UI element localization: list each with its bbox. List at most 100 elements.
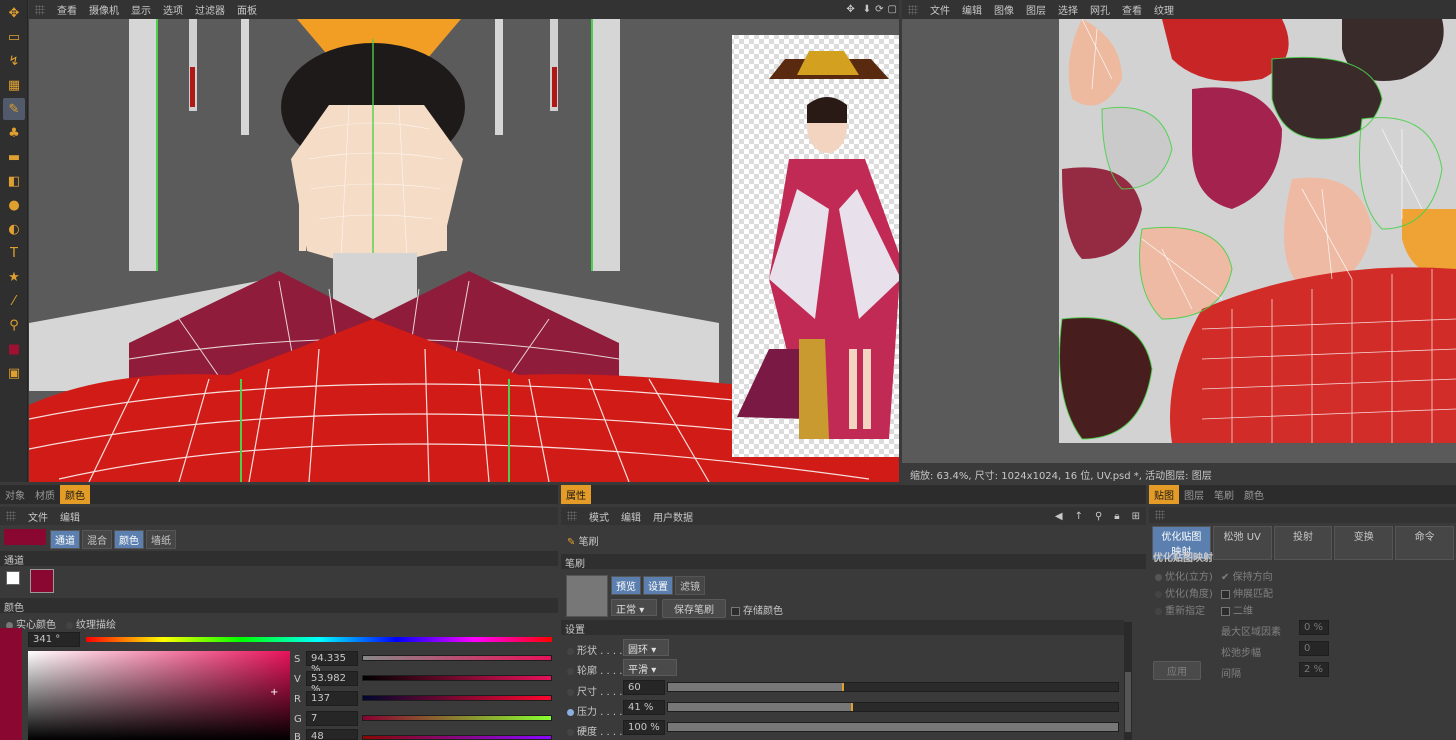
- radio-reassign[interactable]: 重新指定: [1155, 602, 1205, 617]
- subtab-settings[interactable]: 设置: [643, 576, 673, 595]
- uv-tab-command[interactable]: 命令: [1395, 526, 1454, 560]
- texture-menu-item[interactable]: 图层: [1020, 2, 1052, 17]
- attr-menu-item[interactable]: 编辑: [615, 509, 647, 524]
- attribute-scrollbar[interactable]: [1124, 622, 1132, 740]
- texture-menu-item[interactable]: 查看: [1116, 2, 1148, 17]
- current-color-swatch[interactable]: [4, 529, 46, 545]
- attr-menu-item[interactable]: 用户数据: [647, 509, 699, 524]
- subtab-blend[interactable]: 混合: [82, 530, 112, 549]
- checker-icon[interactable]: ▦: [3, 74, 25, 96]
- tab-layer[interactable]: 图层: [1179, 485, 1209, 504]
- texture-menu-item[interactable]: 纹理: [1148, 2, 1180, 17]
- size-slider[interactable]: [667, 682, 1119, 692]
- apply-button[interactable]: 应用: [1153, 661, 1201, 680]
- green-slider[interactable]: [362, 715, 552, 721]
- texture-menu-item[interactable]: 文件: [924, 2, 956, 17]
- spacing-field[interactable]: 2 %: [1299, 662, 1329, 677]
- tab-color[interactable]: 颜色: [1239, 485, 1269, 504]
- eyedropper-icon[interactable]: ⁄: [3, 290, 25, 312]
- star-icon[interactable]: ★: [3, 266, 25, 288]
- tab-material[interactable]: 材质: [30, 485, 60, 504]
- uv-tab-project[interactable]: 投射: [1273, 526, 1333, 560]
- scrollbar-thumb[interactable]: [1125, 672, 1131, 732]
- saturation-field[interactable]: 94.335 %: [306, 651, 358, 675]
- tab-object[interactable]: 对象: [0, 485, 30, 504]
- hardness-field[interactable]: 100 %: [623, 720, 665, 735]
- stamp-icon[interactable]: ♣: [3, 122, 25, 144]
- texture-menu-item[interactable]: 图像: [988, 2, 1020, 17]
- tab-attributes[interactable]: 属性: [561, 485, 591, 504]
- hue-spectrum-slider[interactable]: [86, 637, 552, 642]
- layer-icon[interactable]: ▣: [3, 362, 25, 384]
- text-icon[interactable]: T: [3, 242, 25, 264]
- hue-field[interactable]: 341 °: [28, 632, 80, 647]
- 3d-viewport[interactable]: [29, 19, 899, 482]
- relax-steps-field[interactable]: 0: [1299, 641, 1329, 656]
- color-swatch-icon[interactable]: ■: [3, 338, 25, 360]
- tab-brush[interactable]: 笔刷: [1209, 485, 1239, 504]
- radio-optimize-cubic[interactable]: 优化(立方): [1155, 568, 1213, 583]
- texture-menu-item[interactable]: 编辑: [956, 2, 988, 17]
- subtab-color[interactable]: 颜色: [114, 530, 144, 549]
- channel-swatch[interactable]: [30, 569, 54, 593]
- viewport-menu-item[interactable]: 面板: [231, 2, 263, 17]
- viewport-menu-item[interactable]: 显示: [125, 2, 157, 17]
- green-field[interactable]: 7: [306, 711, 358, 726]
- sv-picker[interactable]: [28, 651, 290, 740]
- maximize-icon[interactable]: ▢: [886, 4, 899, 15]
- viewport-menu-item[interactable]: 查看: [51, 2, 83, 17]
- check-2d[interactable]: 二维: [1221, 602, 1253, 617]
- select-rect-icon[interactable]: ▭: [3, 26, 25, 48]
- viewport-menu-item[interactable]: 选项: [157, 2, 189, 17]
- color-menu-item[interactable]: 文件: [22, 509, 54, 524]
- radio-optimize-angle[interactable]: 优化(角度): [1155, 585, 1213, 600]
- move-icon[interactable]: ✥: [840, 4, 860, 15]
- max-area-field[interactable]: 0 %: [1299, 620, 1329, 635]
- texture-view[interactable]: [902, 19, 1456, 463]
- red-slider[interactable]: [362, 695, 552, 701]
- pressure-slider[interactable]: [667, 702, 1119, 712]
- check-keep-orientation[interactable]: ✔ 保持方向: [1221, 568, 1273, 583]
- value-field[interactable]: 53.982 %: [306, 671, 358, 695]
- blend-mode-dropdown[interactable]: 正常 ▾: [611, 599, 657, 616]
- texture-menu-item[interactable]: 选择: [1052, 2, 1084, 17]
- gradient-icon[interactable]: ◧: [3, 170, 25, 192]
- brush-preview[interactable]: [566, 575, 608, 617]
- rotate-icon[interactable]: ⟳: [873, 4, 885, 15]
- profile-dropdown[interactable]: 平滑 ▾: [623, 659, 677, 676]
- tab-uv-map[interactable]: 贴图: [1149, 485, 1179, 504]
- uv-tab-transform[interactable]: 变换: [1334, 526, 1394, 560]
- viewport-menu-item[interactable]: 摄像机: [83, 2, 125, 17]
- lock-icon[interactable]: 🔒︎: [1108, 511, 1125, 522]
- up-arrow-icon[interactable]: ↑: [1069, 511, 1089, 522]
- attr-menu-item[interactable]: 模式: [583, 509, 615, 524]
- pressure-field[interactable]: 41 %: [623, 700, 665, 715]
- value-slider[interactable]: [362, 675, 552, 681]
- subtab-filter[interactable]: 滤镜: [675, 576, 705, 595]
- down-arrow-icon[interactable]: ⬇: [861, 4, 873, 15]
- tab-color[interactable]: 颜色: [60, 485, 90, 504]
- hardness-slider[interactable]: [667, 722, 1119, 732]
- color-mode-texture[interactable]: 纹理描绘: [66, 616, 116, 631]
- subtab-preview[interactable]: 预览: [611, 576, 641, 595]
- fg-bg-icon[interactable]: [6, 571, 20, 585]
- red-field[interactable]: 137: [306, 691, 358, 706]
- zoom-icon[interactable]: ⚲: [3, 314, 25, 336]
- save-brush-button[interactable]: 保存笔刷: [662, 599, 726, 618]
- store-color-checkbox[interactable]: 存储颜色: [731, 602, 783, 617]
- uv-tab-relax[interactable]: 松弛 UV: [1212, 526, 1272, 560]
- viewport-menu-item[interactable]: 过滤器: [189, 2, 231, 17]
- move-tool-icon[interactable]: ✥: [3, 2, 25, 24]
- brush-icon[interactable]: ✎: [3, 98, 25, 120]
- back-arrow-icon[interactable]: ◀: [1049, 511, 1069, 522]
- blue-field[interactable]: 48: [306, 729, 358, 740]
- check-stretch-match[interactable]: 伸展匹配: [1221, 585, 1273, 600]
- eraser-icon[interactable]: ▬: [3, 146, 25, 168]
- new-panel-icon[interactable]: ⊞: [1126, 511, 1146, 522]
- blue-slider[interactable]: [362, 735, 552, 740]
- subtab-channel[interactable]: 通道: [50, 530, 80, 549]
- smudge-icon[interactable]: ◐: [3, 218, 25, 240]
- saturation-slider[interactable]: [362, 655, 552, 661]
- lasso-icon[interactable]: ↯: [3, 50, 25, 72]
- search-icon[interactable]: ⚲: [1089, 511, 1108, 522]
